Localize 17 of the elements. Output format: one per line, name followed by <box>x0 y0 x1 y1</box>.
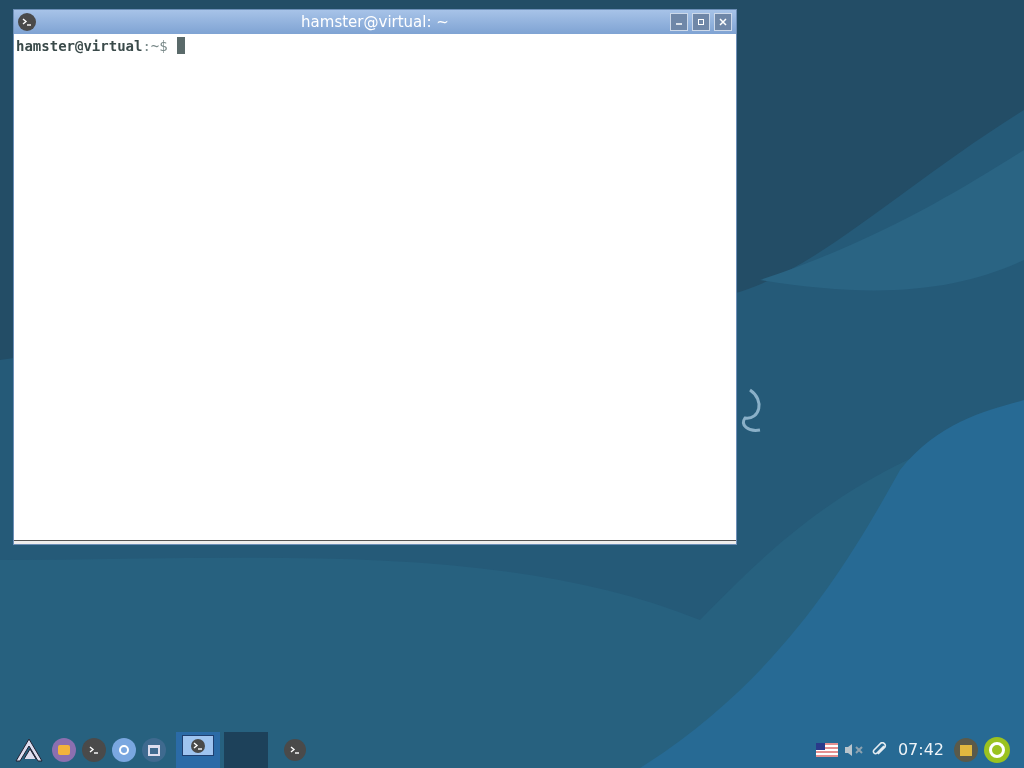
terminal-icon <box>191 738 205 753</box>
bird-icon[interactable] <box>14 737 44 763</box>
paperclip-icon[interactable] <box>871 742 888 758</box>
terminal-icon <box>18 13 36 31</box>
muted-speaker-icon[interactable] <box>843 743 866 757</box>
maximize-icon <box>697 18 705 26</box>
flag-icon[interactable] <box>815 743 838 757</box>
clock[interactable]: 07:42 <box>897 738 944 762</box>
text-cursor <box>176 37 185 54</box>
prompt-host: hamster@virtual <box>16 37 143 55</box>
close-button[interactable] <box>714 13 732 31</box>
window-title: hamster@virtual: ~ <box>300 11 450 33</box>
prompt-path: :~$ <box>142 37 168 55</box>
close-icon <box>719 18 727 26</box>
workspace-button[interactable] <box>176 732 220 768</box>
minimize-button[interactable] <box>670 13 688 31</box>
maximize-button[interactable] <box>692 13 710 31</box>
